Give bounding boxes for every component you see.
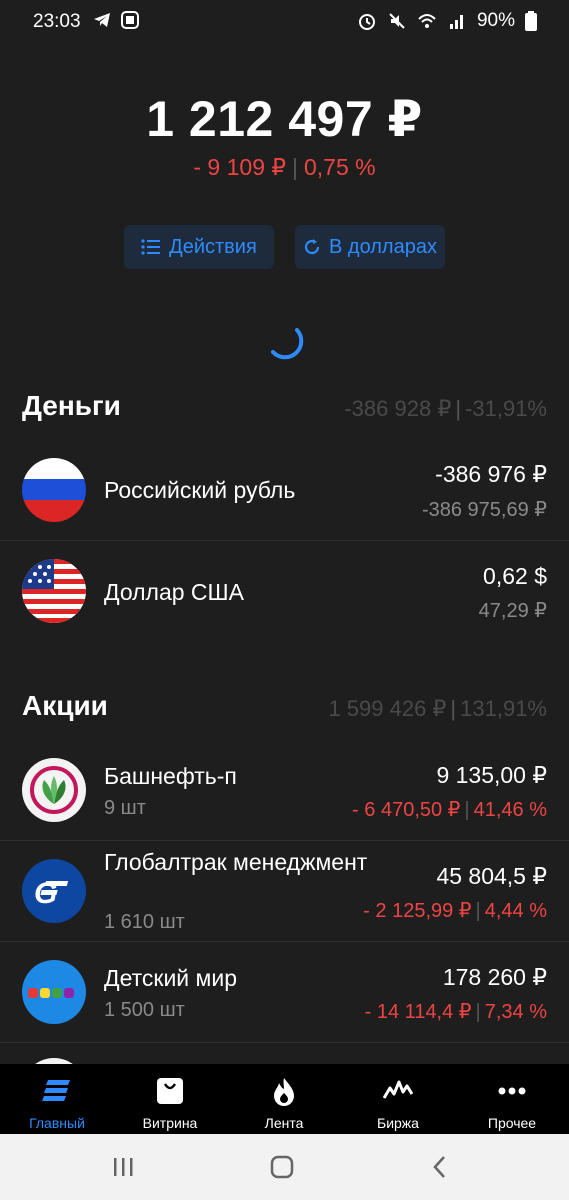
- item-value: -386 976 ₽: [435, 461, 547, 487]
- list-item-rub[interactable]: Российский рубль -386 976 ₽ -386 975,69 …: [0, 440, 569, 540]
- nav-home-label: Главный: [29, 1115, 85, 1131]
- portfolio-change-pct: 0,75 %: [304, 154, 376, 180]
- stocks-section-title: Акции: [22, 690, 108, 721]
- money-section-sum: -386 928 ₽ | -31,91%: [344, 396, 547, 421]
- portfolio-change: - 9 109 ₽ | 0,75 %: [193, 154, 376, 180]
- alarm-icon: [358, 14, 375, 30]
- item-value-sub: 47,29 ₽: [478, 600, 547, 622]
- item-value: 9 135,00 ₽: [436, 762, 547, 788]
- list-item-stock[interactable]: Башнефть-п 9 шт 9 135,00 ₽ - 6 470,50 ₽ |…: [0, 740, 569, 840]
- loading-spinner-icon: [271, 328, 304, 360]
- nav-exchange-label: Биржа: [377, 1115, 419, 1131]
- nav-exchange[interactable]: Биржа: [348, 1064, 448, 1134]
- home-button-icon[interactable]: [270, 1155, 294, 1179]
- telegram-icon: [94, 13, 110, 27]
- battery-icon: [525, 11, 537, 31]
- list-icon: [141, 239, 161, 255]
- app-notification-icon: [121, 11, 139, 29]
- nav-feed-label: Лента: [264, 1115, 304, 1131]
- currency-toggle-label: В долларах: [329, 235, 437, 258]
- actions-button[interactable]: Действия: [124, 225, 274, 269]
- list-item-stock[interactable]: Детский мир 1 500 шт 178 260 ₽ - 14 114,…: [0, 942, 569, 1042]
- nav-showcase[interactable]: Витрина: [120, 1064, 220, 1134]
- pulse-chart-icon: [383, 1080, 413, 1099]
- nav-showcase-label: Витрина: [142, 1115, 198, 1131]
- divider: [0, 1042, 569, 1043]
- battery-percent: 90%: [476, 10, 515, 31]
- flame-icon: [274, 1078, 294, 1106]
- item-quantity: 9 шт: [104, 797, 146, 819]
- more-dots-icon: [498, 1087, 526, 1095]
- mute-icon: [389, 13, 405, 29]
- refresh-icon: [304, 239, 320, 255]
- list-item-stock[interactable]: G Глобалтрак менеджмент 1 610 шт 45 804,…: [0, 841, 569, 941]
- signal-icon: [449, 15, 463, 29]
- bottom-navigation: Главный Витрина Лента Биржа Прочее: [0, 1064, 569, 1134]
- item-quantity: 1 500 шт: [104, 999, 185, 1021]
- item-value: 178 260 ₽: [442, 964, 547, 990]
- nav-feed[interactable]: Лента: [234, 1064, 334, 1134]
- item-name: Башнефть-п: [104, 763, 237, 789]
- wifi-icon: [418, 14, 436, 28]
- item-name: Доллар США: [104, 579, 244, 605]
- russia-flag-icon: [22, 458, 86, 522]
- list-item-usd[interactable]: Доллар США 0,62 $ 47,29 ₽: [0, 541, 569, 641]
- status-bar: 23:03 90%: [0, 0, 569, 44]
- globaltrans-logo-icon: G: [22, 859, 86, 923]
- item-value-sub: -386 975,69 ₽: [421, 499, 547, 521]
- shopping-bag-icon: [157, 1078, 183, 1104]
- portfolio-total: 1 212 497 ₽: [146, 91, 423, 147]
- stocks-section-sum: 1 599 426 ₽ | 131,91%: [328, 696, 547, 721]
- item-name: Детский мир: [104, 965, 237, 991]
- money-section-title: Деньги: [22, 390, 121, 421]
- nav-more[interactable]: Прочее: [462, 1064, 562, 1134]
- nav-home[interactable]: Главный: [7, 1064, 107, 1134]
- item-change: - 6 470,50 ₽ | 41,46 %: [352, 799, 547, 821]
- portfolio-change-abs: - 9 109 ₽: [193, 154, 287, 180]
- item-quantity: 1 610 шт: [104, 911, 185, 933]
- home-stripes-icon: [42, 1080, 70, 1101]
- item-name: Глобалтрак менеджмент: [104, 849, 368, 875]
- back-icon[interactable]: [432, 1155, 448, 1179]
- system-navigation-bar: [0, 1134, 569, 1200]
- item-value: 0,62 $: [483, 563, 547, 589]
- nav-more-label: Прочее: [487, 1115, 537, 1131]
- status-time: 23:03: [33, 11, 81, 32]
- bashneft-logo-icon: [22, 758, 86, 822]
- usa-flag-icon: [22, 559, 86, 623]
- item-value: 45 804,5 ₽: [436, 863, 547, 889]
- currency-toggle-button[interactable]: В долларах: [295, 225, 445, 269]
- item-change: - 2 125,99 ₽ | 4,44 %: [363, 900, 547, 922]
- item-name: Российский рубль: [104, 477, 296, 503]
- actions-button-label: Действия: [169, 235, 257, 258]
- recent-apps-icon[interactable]: [112, 1156, 134, 1178]
- detsky-mir-logo-icon: [22, 960, 86, 1024]
- item-change: - 14 114,4 ₽ | 7,34 %: [364, 1001, 547, 1023]
